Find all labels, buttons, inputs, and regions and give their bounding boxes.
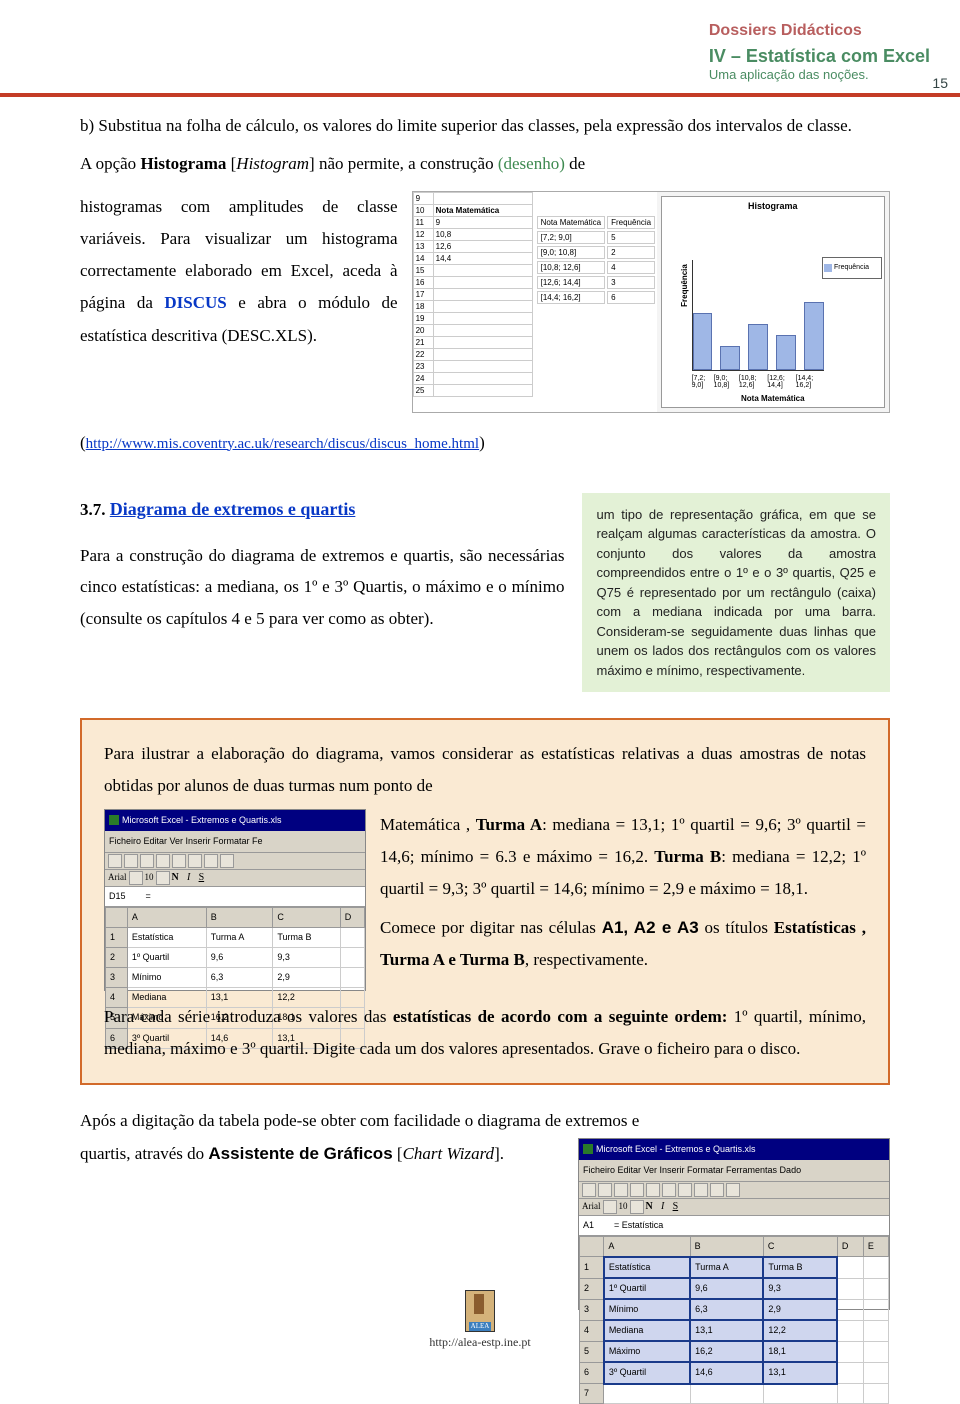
post-line-1: Após a digitação da tabela pode-se obter…	[80, 1105, 890, 1137]
definition-box: um tipo de representação gráfica, em que…	[582, 493, 890, 693]
orange-right-column: Matemática , Turma A: mediana = 13,1; 1º…	[380, 809, 866, 976]
orange-p3: Para cada série introduza os valores das…	[104, 1001, 866, 1066]
paren-close: )	[479, 433, 485, 452]
page-footer: ALEA http://alea-estp.ine.pt	[0, 1290, 960, 1350]
header-series: Dossiers Didácticos	[709, 22, 930, 40]
heading-link[interactable]: Diagrama de extremos e quartis	[110, 499, 356, 519]
snap1-menu: Ficheiro Editar Ver Inserir Formatar Fe	[105, 831, 365, 853]
para-2d: Histogram	[236, 154, 309, 173]
page-header: Dossiers Didácticos IV – Estatística com…	[0, 0, 960, 110]
footer-url: http://alea-estp.ine.pt	[0, 1335, 960, 1350]
body-paragraph: A opção Histograma [Histogram] não permi…	[80, 148, 890, 180]
alea-logo: ALEA	[465, 1290, 495, 1332]
bar-3	[748, 324, 768, 370]
chart-ylabel: Frequência	[679, 264, 688, 307]
narrow-column: histogramas com amplitudes de classe var…	[80, 191, 398, 352]
excel-screenshot-1: Microsoft Excel - Extremos e Quartis.xls…	[104, 809, 366, 991]
snap1-title: Microsoft Excel - Extremos e Quartis.xls	[122, 812, 282, 829]
snap2-title: Microsoft Excel - Extremos e Quartis.xls	[596, 1141, 756, 1158]
chart-title: Histograma	[662, 201, 884, 211]
bar-2	[720, 346, 740, 370]
orange-p1: Para ilustrar a elaboração do diagrama, …	[104, 738, 866, 803]
green-word: (desenho)	[498, 154, 565, 173]
discus-link[interactable]: DISCUS	[164, 293, 226, 312]
orange-tutorial-box: Para ilustrar a elaboração do diagrama, …	[80, 718, 890, 1085]
snap2-toolbar-1	[579, 1182, 889, 1199]
histogram-chart: Histograma Frequência Frequência [7,2; 9…	[661, 196, 885, 408]
alea-label: ALEA	[469, 1322, 491, 1331]
para-2a: A opção	[80, 154, 140, 173]
chart-xticks: [7,2; 9,0][9,0; 10,8][10,8; 12,6][12,6; …	[692, 375, 824, 389]
snap2-toolbar-2: Arial10N I S	[579, 1199, 889, 1216]
chart-legend: Frequência	[822, 257, 882, 279]
para-1: b) Substitua na folha de cálculo, os val…	[80, 116, 852, 135]
discus-url-line: (http://www.mis.coventry.ac.uk/research/…	[80, 433, 890, 453]
body-paragraph: b) Substitua na folha de cálculo, os val…	[80, 110, 890, 142]
snap2-menu: Ficheiro Editar Ver Inserir Formatar Fer…	[579, 1160, 889, 1182]
para-2b: Histograma	[140, 154, 226, 173]
chart-bars	[692, 260, 824, 371]
heading-number: 3.7.	[80, 500, 110, 519]
page-number: 15	[932, 75, 948, 91]
header-title: IV – Estatística com Excel	[709, 46, 930, 67]
bar-5	[804, 302, 824, 370]
section-3-7-heading: 3.7. Diagrama de extremos e quartis	[80, 493, 564, 526]
discus-url[interactable]: http://www.mis.coventry.ac.uk/research/d…	[86, 436, 479, 452]
snap1-toolbar-2: Arial10N I S	[105, 870, 365, 887]
para-2g: de	[569, 154, 585, 173]
bar-4	[776, 335, 796, 370]
section-para: Para a construção do diagrama de extremo…	[80, 540, 564, 634]
excel-screenshot-2: Microsoft Excel - Extremos e Quartis.xls…	[578, 1138, 890, 1310]
red-divider	[0, 93, 960, 97]
para-2e-br: ] não permite, a construção	[309, 154, 498, 173]
chart-xlabel: Nota Matemática	[662, 394, 884, 403]
post-line-2: quartis, através do Assistente de Gráfic…	[80, 1138, 560, 1170]
bar-1	[693, 313, 713, 370]
excel-icon	[583, 1144, 593, 1154]
excel-icon	[109, 815, 119, 825]
histogram-screenshot: 9 10Nota Matemática 119 1210,8 1312,6 14…	[412, 191, 890, 413]
header-sub: Uma aplicação das noções.	[709, 67, 930, 82]
snap1-toolbar-1	[105, 853, 365, 870]
